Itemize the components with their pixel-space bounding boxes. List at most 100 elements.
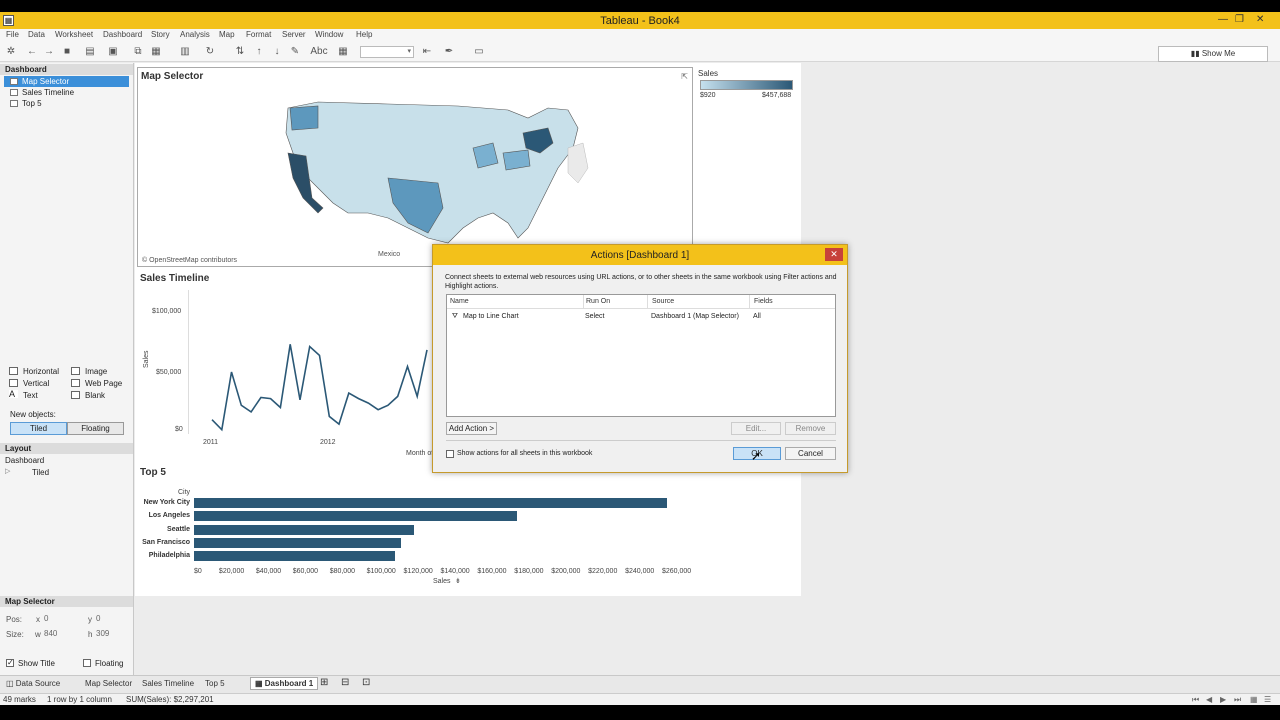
nav-last-icon[interactable]: ⏭	[1234, 695, 1241, 705]
close-window-icon[interactable]: ✕	[1256, 14, 1264, 25]
labels-icon[interactable]: Abc	[310, 45, 328, 59]
tab-map-selector[interactable]: Map Selector	[85, 679, 132, 688]
menu-file[interactable]: File	[6, 30, 19, 39]
fix-axes-icon[interactable]: ⇤	[420, 45, 434, 59]
state-washington[interactable]	[289, 105, 319, 131]
undo-icon[interactable]: ←	[25, 45, 39, 59]
add-action-button[interactable]: Add Action >	[446, 422, 497, 435]
menu-analysis[interactable]: Analysis	[180, 30, 210, 39]
timeline-chart[interactable]	[190, 290, 435, 435]
top5-bar[interactable]	[194, 498, 667, 508]
remove-action-button[interactable]: Remove	[785, 422, 836, 435]
object-image[interactable]: Image	[71, 367, 107, 376]
show-all-sheets-checkbox[interactable]	[446, 450, 454, 458]
sort-desc-icon[interactable]: ↓	[270, 45, 284, 59]
tab-data-source[interactable]: ◫ Data Source	[6, 679, 60, 688]
redo-icon[interactable]: →	[42, 45, 56, 59]
fit-icon[interactable]: ▦	[336, 45, 350, 59]
dashboard-panel-header: Dashboard	[0, 64, 133, 75]
nav-prev-icon[interactable]: ◀	[1206, 695, 1212, 704]
tab-dashboard-1[interactable]: ▦ Dashboard 1	[250, 677, 319, 690]
new-story-icon[interactable]: ⊡	[362, 677, 370, 688]
fit-dropdown[interactable]: ▾	[360, 46, 414, 58]
nav-first-icon[interactable]: ⏮	[1192, 695, 1199, 705]
dialog-close-button[interactable]: ✕	[825, 248, 843, 261]
duplicate-icon[interactable]: ⧉	[131, 45, 145, 59]
top5-x-tick: $160,000	[477, 568, 507, 575]
new-worksheet-icon[interactable]: ⊞	[320, 677, 328, 688]
menu-map[interactable]: Map	[219, 30, 235, 39]
y-input[interactable]: 0	[96, 614, 124, 625]
swap-icon[interactable]: ⇅	[233, 45, 247, 59]
tab-top-5[interactable]: Top 5	[205, 679, 225, 688]
column-run-on[interactable]: Run On	[586, 298, 610, 305]
top5-bar[interactable]	[194, 537, 401, 548]
menu-format[interactable]: Format	[246, 30, 271, 39]
object-horizontal[interactable]: Horizontal	[9, 367, 59, 376]
toolbar: ✲ ← → ■ ▤ ▣ ⧉ ▦ ▥ ↻ ⇅ ↑ ↓ ✎ Abc ▦ ▾ ⇤ ✒ …	[0, 42, 1280, 62]
canvas-below	[135, 596, 801, 675]
clear-sheet-icon[interactable]: ▦	[149, 45, 163, 59]
height-input[interactable]: 309	[96, 629, 124, 640]
object-blank[interactable]: Blank	[71, 391, 105, 400]
highlight-icon[interactable]: ✎	[288, 45, 302, 59]
width-input[interactable]: 840	[44, 629, 72, 640]
map-zone[interactable]: Map Selector ⇱ © OpenStreetMap contribut…	[137, 67, 693, 267]
tableau-logo-icon[interactable]: ✲	[4, 45, 18, 59]
show-title-checkbox[interactable]	[6, 658, 14, 667]
top5-bar[interactable]	[194, 511, 518, 522]
layout-root[interactable]: Dashboard	[5, 456, 44, 465]
dialog-description: Connect sheets to external web resources…	[445, 274, 837, 290]
save-icon[interactable]: ■	[60, 45, 74, 59]
pen-icon[interactable]: ✒	[442, 45, 456, 59]
column-name[interactable]: Name	[450, 298, 469, 305]
column-source[interactable]: Source	[652, 298, 674, 305]
menu-story[interactable]: Story	[151, 30, 170, 39]
expand-icon[interactable]: ▷	[5, 467, 10, 475]
sheet-icon	[10, 100, 18, 107]
sheet-item-map-selector[interactable]: Map Selector	[4, 76, 129, 87]
sheet-item-top-5[interactable]: Top 5	[4, 98, 129, 109]
floating-button[interactable]: Floating	[67, 422, 124, 435]
top5-bar[interactable]	[194, 551, 396, 562]
new-datasource-icon[interactable]: ▤	[83, 45, 97, 59]
menu-dashboard[interactable]: Dashboard	[103, 30, 142, 39]
layout-child[interactable]: Tiled	[32, 468, 49, 477]
top5-bar[interactable]	[194, 524, 414, 535]
list-view-icon[interactable]: ☰	[1264, 695, 1271, 704]
popout-icon[interactable]: ⇱	[681, 72, 688, 81]
sort-icon[interactable]: ⇟	[455, 577, 461, 585]
x-input[interactable]: 0	[44, 614, 72, 625]
sales-color-legend[interactable]	[700, 80, 793, 90]
menu-data[interactable]: Data	[28, 30, 45, 39]
object-web-page[interactable]: Web Page	[71, 379, 122, 388]
floating-checkbox[interactable]	[83, 659, 91, 667]
object-text[interactable]: A Text	[9, 390, 38, 400]
refresh-icon[interactable]: ↻	[203, 45, 217, 59]
presentation-mode-icon[interactable]: ▭	[472, 45, 486, 59]
column-fields[interactable]: Fields	[754, 298, 773, 305]
menu-window[interactable]: Window	[315, 30, 343, 39]
tiled-button[interactable]: Tiled	[10, 422, 67, 435]
object-vertical[interactable]: Vertical	[9, 379, 49, 388]
edit-action-button[interactable]: Edit...	[731, 422, 781, 435]
top5-xlabel: Sales	[433, 578, 451, 585]
nav-next-icon[interactable]: ▶	[1220, 695, 1226, 704]
new-sheet-icon[interactable]: ▣	[106, 45, 120, 59]
sheet-item-sales-timeline[interactable]: Sales Timeline	[4, 87, 129, 98]
new-dashboard-icon[interactable]: ⊟	[341, 677, 349, 688]
sort-asc-icon[interactable]: ↑	[252, 45, 266, 59]
cancel-button[interactable]: Cancel	[785, 447, 836, 460]
tab-sales-timeline[interactable]: Sales Timeline	[142, 679, 194, 688]
menu-server[interactable]: Server	[282, 30, 306, 39]
minimize-icon[interactable]: —	[1218, 14, 1228, 25]
grid-view-icon[interactable]: ▦	[1250, 695, 1258, 704]
menu-help[interactable]: Help	[356, 30, 372, 39]
top5-x-tick: $80,000	[329, 568, 355, 575]
actions-list[interactable]: Name Run On Source Fields ⛛ Map to Line …	[446, 294, 836, 417]
present-icon[interactable]: ▥	[178, 45, 192, 59]
show-me-button[interactable]: ▮▮ Show Me	[1158, 46, 1268, 62]
restore-icon[interactable]: ❐	[1235, 14, 1244, 25]
us-map[interactable]	[278, 88, 698, 258]
menu-worksheet[interactable]: Worksheet	[55, 30, 93, 39]
